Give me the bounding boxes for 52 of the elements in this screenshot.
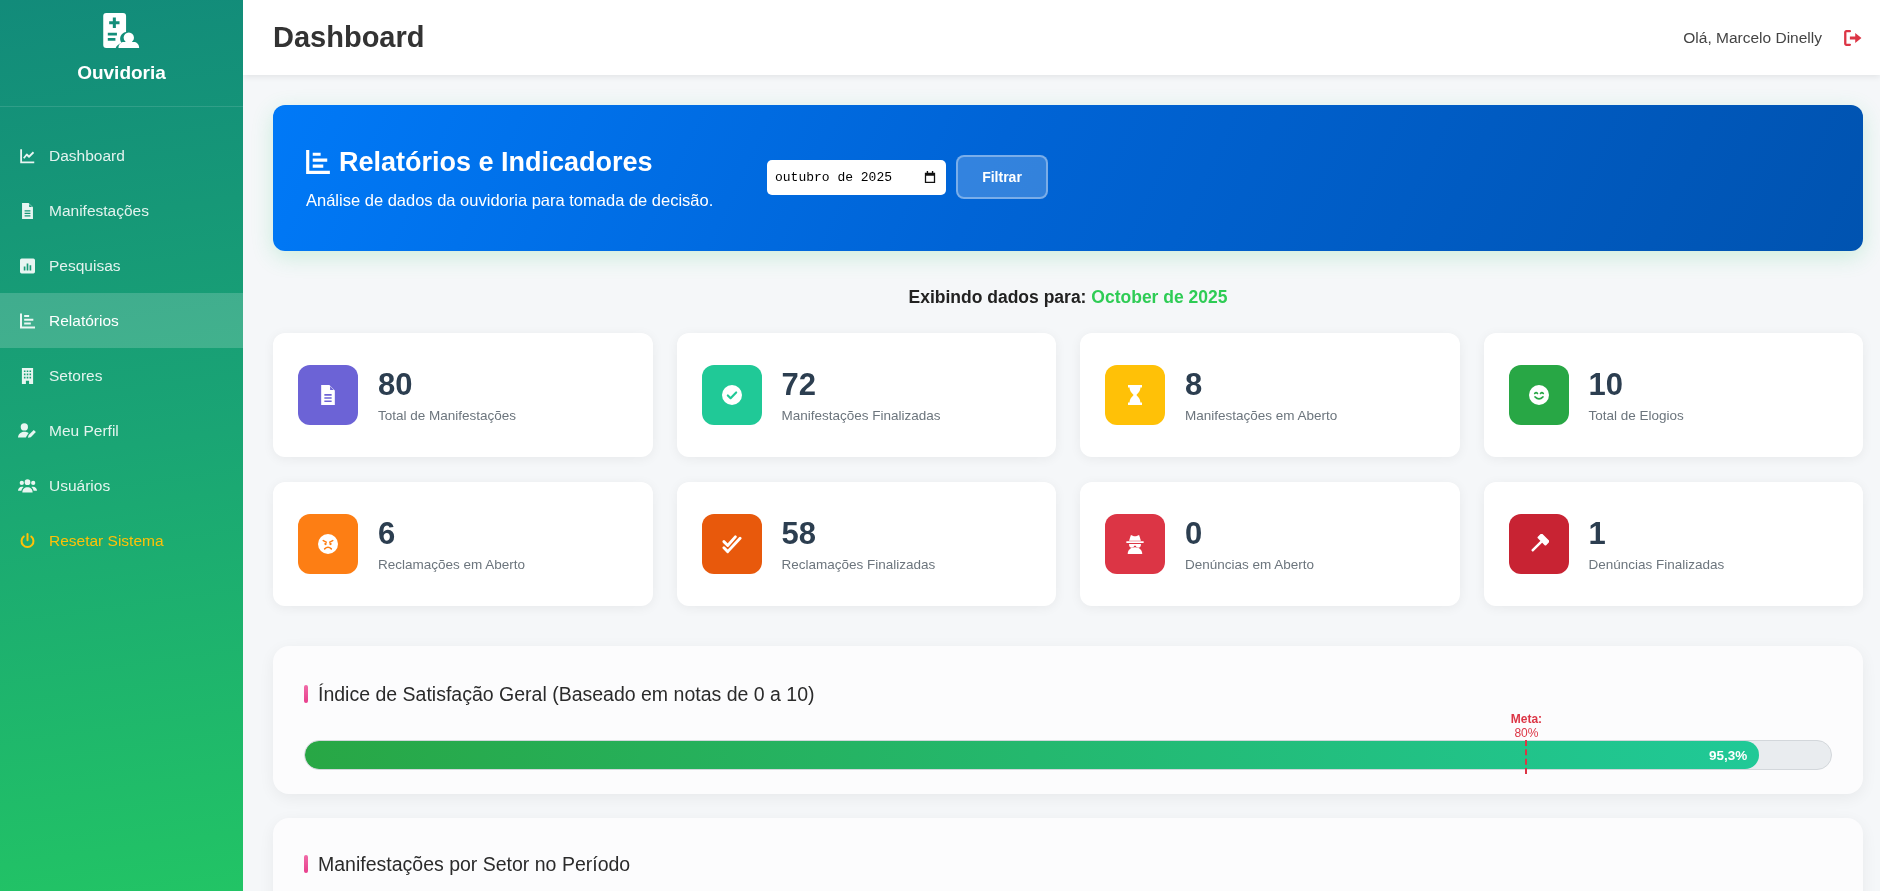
banner-subtitle: Análise de dados da ouvidoria para tomada de decisão. [306, 190, 715, 210]
nav-item[interactable]: Setores [0, 348, 243, 403]
horizontal-bar-chart-icon [306, 150, 330, 174]
bar-chart-icon [20, 257, 35, 274]
banner-title: Relatórios e Indicadores [339, 146, 653, 178]
stat-label: Total de Elogios [1588, 407, 1684, 423]
line-chart-icon [20, 147, 35, 164]
stat-label: Manifestações em Aberto [1185, 407, 1338, 423]
users-icon [18, 478, 37, 493]
document-person-icon [103, 13, 140, 48]
period-label: Exibindo dados para: [908, 287, 1087, 307]
stat-value: 8 [1185, 367, 1204, 402]
target-label: Meta: [1510, 712, 1543, 726]
stat-value: 58 [781, 516, 817, 551]
nav-item[interactable]: Dashboard [0, 128, 243, 183]
title-accent-bar [304, 685, 308, 703]
period-value: October de 2025 [1091, 287, 1228, 307]
section-title: Índice de Satisfação Geral (Baseado em notas de 0 a 10) [318, 682, 815, 706]
stat-value: 1 [1588, 516, 1607, 551]
stat-label: Denúncias em Aberto [1185, 556, 1315, 572]
stat-label: Denúncias Finalizadas [1588, 556, 1725, 572]
stat-label: Total de Manifestações [378, 407, 517, 423]
horizontal-bar-chart-icon [20, 312, 35, 329]
user-greeting: Olá, Marcelo Dinelly [1683, 28, 1822, 47]
stat-value: 10 [1588, 367, 1624, 402]
stat-label: Reclamações Finalizadas [781, 556, 936, 572]
app-title: Ouvidoria [77, 62, 166, 84]
filter-button[interactable]: Filtrar [956, 155, 1048, 199]
stat-value: 0 [1185, 516, 1204, 551]
progress-reading: 95,3% [1709, 747, 1748, 763]
nav-item[interactable]: Usuários [0, 458, 243, 513]
building-icon [20, 367, 35, 384]
stat-value: 80 [378, 367, 414, 402]
nav-item[interactable]: Manifestações [0, 183, 243, 238]
stat-label: Manifestações Finalizadas [781, 407, 941, 423]
stat-value: 6 [378, 516, 397, 551]
stat-label: Reclamações em Aberto [378, 556, 526, 572]
nav-item[interactable]: Relatórios [0, 293, 243, 348]
nav-item[interactable]: Resetar Sistema [0, 513, 243, 568]
title-accent-bar [304, 855, 308, 873]
stat-value: 72 [781, 367, 817, 402]
nav-item[interactable]: Pesquisas [0, 238, 243, 293]
target-value: 80% [1514, 726, 1539, 740]
month-field[interactable]: outubro de 2025 [767, 159, 946, 195]
logout-icon[interactable] [1844, 29, 1862, 46]
nav-item[interactable]: Meu Perfil [0, 403, 243, 458]
document-icon [20, 202, 35, 219]
section-title: Manifestações por Setor no Período [318, 852, 631, 876]
calendar-icon[interactable] [924, 171, 936, 183]
power-icon [20, 532, 35, 549]
user-pen-icon [18, 423, 37, 438]
page-title: Dashboard [273, 21, 425, 54]
